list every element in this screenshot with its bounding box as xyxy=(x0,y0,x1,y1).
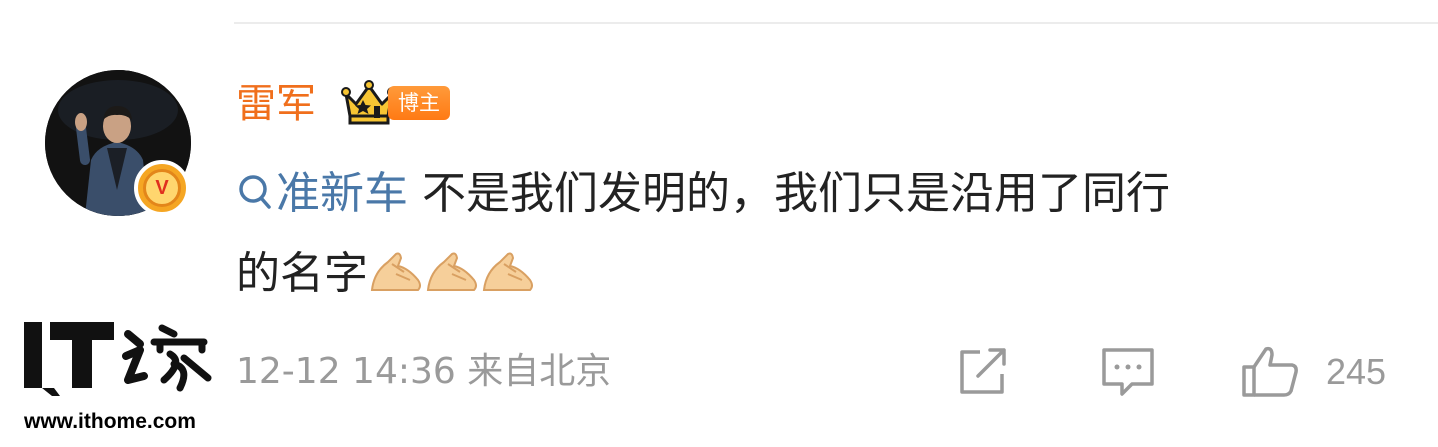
watermark-url: www.ithome.com xyxy=(24,410,196,433)
author-name[interactable]: 雷军 xyxy=(236,80,316,128)
repost-button[interactable] xyxy=(956,346,1012,398)
pinched-hands-emoji xyxy=(482,252,533,291)
post-location: 来自北京 xyxy=(467,351,612,392)
post-text-line2: 的名字 xyxy=(236,248,368,299)
pinched-hands-emoji xyxy=(426,252,477,291)
comment-icon xyxy=(1102,348,1154,396)
divider xyxy=(234,22,1438,24)
post-meta: 12-12 14:36 来自北京 xyxy=(236,348,611,396)
like-button[interactable]: 245 xyxy=(1240,346,1386,398)
blogger-badge: 博主 xyxy=(388,86,450,120)
post-content: 准新车 不是我们发明的，我们只是沿用了同行 的名字 xyxy=(236,154,1396,314)
comment-button[interactable] xyxy=(1100,346,1156,398)
post-timestamp: 12-12 14:36 xyxy=(236,351,456,392)
post-text-line1: 不是我们发明的，我们只是沿用了同行 xyxy=(408,168,1170,219)
topic-link[interactable]: 准新车 xyxy=(236,168,408,219)
search-icon xyxy=(239,175,271,209)
thumbs-up-icon xyxy=(1242,346,1298,397)
pinched-hands-emoji xyxy=(370,252,421,291)
ithome-logo-icon xyxy=(24,322,212,396)
weibo-post: V 雷军 博主 准新车 不是我们发明的，我们只是沿用了同行 的名字 12-12 … xyxy=(0,0,1438,447)
verified-badge-icon: V xyxy=(134,160,190,216)
topic-label[interactable]: 准新车 xyxy=(276,168,408,219)
like-count: 245 xyxy=(1326,351,1387,392)
share-icon xyxy=(960,348,1006,394)
